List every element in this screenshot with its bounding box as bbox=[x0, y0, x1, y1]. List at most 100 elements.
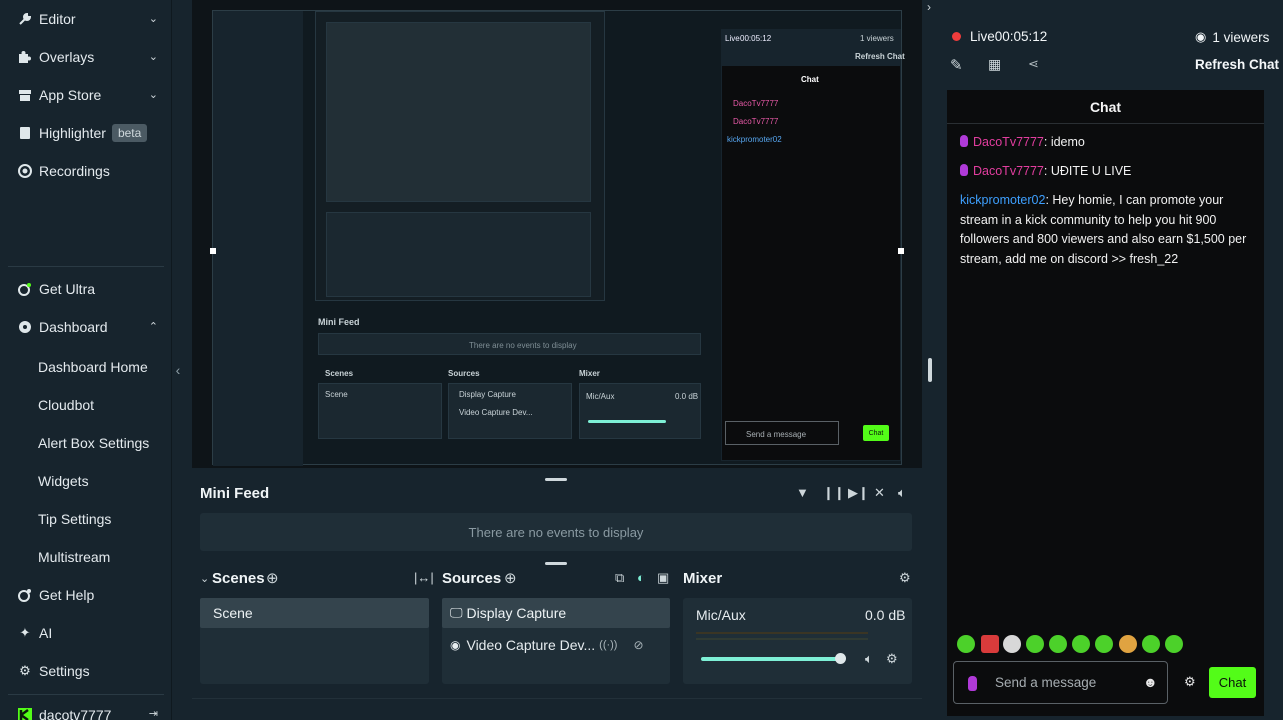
emote-icon[interactable] bbox=[981, 635, 999, 653]
sidebar-item-recordings[interactable]: Recordings bbox=[0, 155, 172, 187]
dashboard-sub-cloudbot[interactable]: Cloudbot bbox=[38, 393, 94, 417]
nested-sidebar bbox=[213, 11, 303, 466]
emote-icon[interactable] bbox=[1003, 635, 1021, 653]
chevron-right-icon[interactable]: › bbox=[927, 0, 939, 14]
sidebar-divider bbox=[8, 266, 164, 267]
clip-icon[interactable]: ▦ bbox=[988, 56, 1001, 73]
live-status: Live00:05:12 bbox=[970, 29, 1047, 44]
sparkle-icon: ✦ bbox=[19, 625, 31, 640]
chevron-up-icon: ⌃ bbox=[148, 321, 158, 333]
logout-icon[interactable]: ⇥ bbox=[149, 707, 158, 720]
speaker-icon[interactable]: 🔈︎ bbox=[865, 651, 873, 667]
mini-feed-title: Mini Feed bbox=[200, 485, 270, 502]
scene-transition-icon[interactable]: |↔| bbox=[414, 570, 434, 585]
emote-icon[interactable] bbox=[1026, 635, 1044, 653]
sidebar-item-editor[interactable]: Editor ⌄ bbox=[0, 3, 172, 35]
dashboard-sub-multistream[interactable]: Multistream bbox=[38, 545, 110, 569]
mic-aux-label: Mic/Aux bbox=[696, 607, 746, 623]
emote-icon[interactable] bbox=[1165, 635, 1183, 653]
sidebar-item-get-ultra[interactable]: Get Ultra bbox=[0, 273, 172, 305]
sidebar-item-settings[interactable]: ⚙ Settings bbox=[0, 655, 172, 687]
resize-handle[interactable] bbox=[898, 248, 904, 254]
panel-resize-handle[interactable] bbox=[928, 358, 932, 382]
mic-settings-icon[interactable]: ⚙ bbox=[886, 651, 898, 667]
volume-slider-fill[interactable] bbox=[701, 657, 840, 661]
chat-username[interactable]: DacoTv7777 bbox=[973, 135, 1044, 149]
sidebar-item-get-help[interactable]: Get Help bbox=[0, 579, 172, 611]
resize-handle[interactable] bbox=[210, 248, 216, 254]
share-icon[interactable]: ⋖ bbox=[1028, 56, 1039, 72]
add-source-icon[interactable]: ⊕ bbox=[504, 569, 517, 587]
sidebar-item-dashboard[interactable]: Dashboard ⌃ bbox=[0, 311, 172, 343]
source-filter-icon[interactable]: ◐ bbox=[637, 570, 645, 585]
filter-icon[interactable]: ▼ bbox=[796, 485, 809, 500]
nested-chat-panel: Chat DacoTv7777 DacoTv7777 kickpromoter0… bbox=[722, 66, 900, 460]
pause-icon[interactable]: ❙❙ bbox=[823, 485, 845, 501]
editor-bottom-panels: Mini Feed ▼ ❙❙ ▶❙ ✕ 🔈︎ There are no even… bbox=[192, 470, 922, 720]
drag-handle[interactable] bbox=[545, 562, 567, 565]
chat-send-button[interactable]: Chat bbox=[1209, 667, 1256, 698]
help-icon bbox=[17, 587, 33, 603]
nested-chat-column: Live 00:05:12 1 viewers Refresh Chat Cha… bbox=[721, 29, 905, 461]
mic-icon bbox=[960, 164, 968, 176]
emote-icon[interactable] bbox=[1119, 635, 1137, 653]
emote-icon[interactable] bbox=[957, 635, 975, 653]
mixer-settings-icon[interactable]: ⚙ bbox=[899, 570, 911, 586]
emote-icon[interactable] bbox=[1049, 635, 1067, 653]
nested-refresh: Refresh Chat bbox=[855, 52, 905, 61]
nested-mic-aux: Mic/Aux bbox=[586, 392, 615, 401]
emote-icon[interactable] bbox=[1072, 635, 1090, 653]
nested-msg-1: DacoTv7777 bbox=[733, 99, 779, 108]
monitor-icon: 🖵︎ bbox=[450, 605, 463, 620]
sidebar-item-app-store[interactable]: App Store ⌄ bbox=[0, 79, 172, 111]
dashboard-sub-tip-settings[interactable]: Tip Settings bbox=[38, 507, 111, 531]
edit-icon[interactable]: ✎ bbox=[950, 56, 963, 74]
ultra-icon bbox=[17, 281, 33, 297]
dashboard-sub-home[interactable]: Dashboard Home bbox=[38, 355, 148, 379]
emote-icon[interactable] bbox=[1095, 635, 1113, 653]
chevron-down-icon[interactable]: ⌄ bbox=[200, 572, 209, 585]
emoji-icon[interactable]: ☻ bbox=[1143, 674, 1158, 690]
sidebar-item-overlays[interactable]: Overlays ⌄ bbox=[0, 41, 172, 73]
scene-item[interactable]: Scene bbox=[200, 598, 429, 628]
emote-icon[interactable] bbox=[1142, 635, 1160, 653]
chat-message: kickpromoter02: Hey homie, I can promote… bbox=[960, 191, 1256, 269]
source-display-capture[interactable]: 🖵︎ Display Capture bbox=[442, 598, 670, 628]
add-scene-icon[interactable]: ⊕ bbox=[266, 569, 279, 587]
app-root: Editor ⌄ Overlays ⌄ App Store ⌄ Highligh… bbox=[0, 0, 1283, 720]
send-message-input[interactable]: Send a message ☻ bbox=[953, 661, 1168, 704]
volume-icon[interactable]: 🔈︎ bbox=[898, 485, 906, 501]
mic-db-label: 0.0 dB bbox=[865, 607, 906, 623]
collapse-sidebar-icon[interactable]: ‹ bbox=[172, 360, 184, 380]
dashboard-sub-widgets[interactable]: Widgets bbox=[38, 469, 89, 493]
nested-sources-panel: Display Capture Video Capture Dev... bbox=[448, 383, 572, 439]
chat-username[interactable]: DacoTv7777 bbox=[973, 164, 1044, 178]
mixer-panel: Mic/Aux 0.0 dB 🔈︎ ⚙ bbox=[683, 598, 912, 684]
nested-db: 0.0 dB bbox=[675, 392, 699, 401]
nested-msg-2: DacoTv7777 bbox=[733, 117, 779, 126]
mute-alerts-icon[interactable]: ✕ bbox=[874, 485, 885, 501]
sidebar-item-label: Overlays bbox=[39, 49, 95, 65]
source-video-capture[interactable]: ◉ Video Capture Dev... ((·)) ⊘ bbox=[450, 634, 665, 656]
sources-panel: 🖵︎ Display Capture ◉ Video Capture Dev..… bbox=[442, 598, 670, 684]
dashboard-sub-alert-box[interactable]: Alert Box Settings bbox=[38, 431, 149, 455]
account-row[interactable]: dacotv7777 ⇥ bbox=[0, 699, 172, 720]
chat-username[interactable]: kickpromoter02 bbox=[960, 193, 1045, 207]
folder-icon[interactable]: ▣ bbox=[657, 570, 669, 586]
nested-mixer-panel: Mic/Aux 0.0 dB bbox=[579, 383, 701, 439]
chat-panel: Chat DacoTv7777: idemo DacoTv7777: UĐITE… bbox=[947, 90, 1264, 716]
sidebar-item-ai[interactable]: ✦ AI bbox=[0, 617, 172, 649]
refresh-chat-button[interactable]: Refresh Chat bbox=[1195, 57, 1279, 72]
volume-slider-knob[interactable] bbox=[835, 653, 846, 664]
stream-preview[interactable]: Mini Feed There are no events to display… bbox=[192, 0, 922, 468]
no-events-text: There are no events to display bbox=[468, 524, 644, 540]
visibility-off-icon[interactable]: ⊘ bbox=[633, 638, 643, 652]
source-label: Video Capture Dev... bbox=[466, 637, 596, 653]
chat-settings-icon[interactable]: ⚙ bbox=[1184, 674, 1196, 690]
skip-icon[interactable]: ▶❙ bbox=[848, 485, 869, 501]
sidebar-item-highlighter[interactable]: Highlighter beta bbox=[0, 117, 172, 149]
drag-handle[interactable] bbox=[545, 478, 567, 481]
source-group-icon[interactable]: ⧉ bbox=[615, 570, 624, 586]
sidebar-item-label: Editor bbox=[39, 11, 76, 27]
scenes-title: Scenes bbox=[212, 570, 265, 587]
